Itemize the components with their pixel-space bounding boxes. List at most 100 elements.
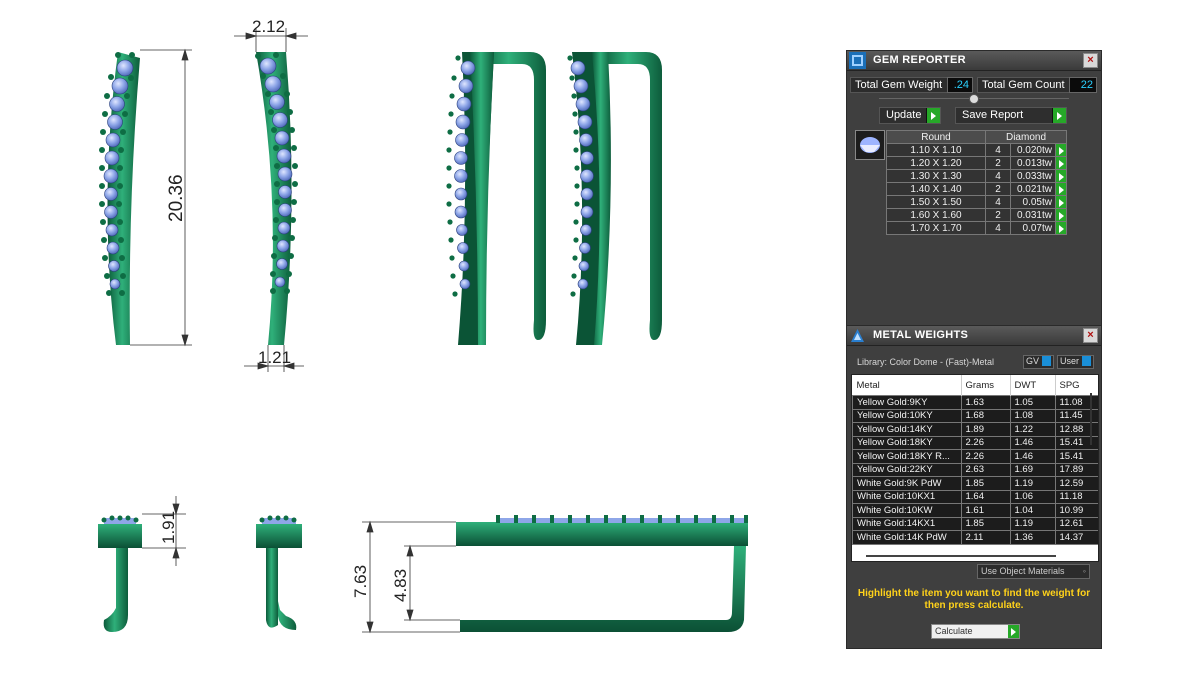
gem-reporter-titlebar[interactable]: GEM REPORTER × bbox=[847, 51, 1101, 71]
metal-spg: 14.37 bbox=[1054, 530, 1098, 545]
metal-row[interactable]: Yellow Gold:9KY 1.63 1.05 11.08 bbox=[852, 395, 1098, 410]
metal-name: Yellow Gold:18KY R... bbox=[852, 449, 962, 464]
gem-table: Round Diamond 1.10 X 1.10 4 0.020tw 1.20 X… bbox=[886, 130, 1067, 235]
gem-reporter-icon bbox=[849, 52, 866, 69]
metal-dwt: 1.46 bbox=[1009, 449, 1056, 464]
calculate-hint: Highlight the item you want to find the … bbox=[857, 588, 1091, 611]
col-header-metal[interactable]: Metal bbox=[852, 375, 962, 396]
play-icon[interactable] bbox=[1055, 169, 1067, 183]
gem-row[interactable]: 1.60 X 1.60 2 0.031tw bbox=[886, 208, 1067, 222]
metal-table-container[interactable]: Metal Grams DWT SPG Yellow Gold:9KY 1.63 1… bbox=[851, 374, 1099, 562]
metal-weights-titlebar[interactable]: METAL WEIGHTS × bbox=[847, 326, 1101, 346]
gem-tw: 0.033tw bbox=[1010, 169, 1056, 183]
col-header-grams[interactable]: Grams bbox=[961, 375, 1011, 396]
metal-name: Yellow Gold:10KY bbox=[852, 408, 962, 423]
col-header-dwt[interactable]: DWT bbox=[1010, 375, 1056, 396]
metal-dwt: 1.19 bbox=[1009, 516, 1056, 531]
play-icon[interactable] bbox=[1055, 221, 1067, 235]
metal-dwt: 1.04 bbox=[1009, 503, 1056, 518]
front-view-right bbox=[255, 52, 298, 345]
metal-name: Yellow Gold:9KY bbox=[852, 395, 962, 410]
user-label: User bbox=[1060, 356, 1080, 366]
play-icon bbox=[1052, 108, 1066, 123]
perspective-view-right bbox=[567, 52, 662, 345]
gem-row[interactable]: 1.70 X 1.70 4 0.07tw bbox=[886, 221, 1067, 235]
metal-spg: 11.08 bbox=[1054, 395, 1098, 410]
metal-row[interactable]: Yellow Gold:18KY R... 2.26 1.46 15.41 bbox=[852, 449, 1098, 464]
metal-grams: 1.61 bbox=[960, 503, 1011, 518]
save-report-label: Save Report bbox=[962, 109, 1024, 121]
metal-weights-title: METAL WEIGHTS bbox=[873, 329, 969, 341]
gv-label: GV bbox=[1026, 356, 1040, 366]
metal-name: White Gold:9K PdW bbox=[852, 476, 962, 491]
gem-row[interactable]: 1.50 X 1.50 4 0.05tw bbox=[886, 195, 1067, 209]
metal-weights-close-icon[interactable]: × bbox=[1083, 328, 1098, 343]
metal-grams: 1.89 bbox=[960, 422, 1011, 437]
metal-row[interactable]: White Gold:14K PdW 2.11 1.36 14.37 bbox=[852, 530, 1098, 545]
gem-row[interactable]: 1.20 X 1.20 2 0.013tw bbox=[886, 156, 1067, 170]
metal-row[interactable]: White Gold:14KX1 1.85 1.19 12.61 bbox=[852, 516, 1098, 531]
gem-tw: 0.021tw bbox=[1010, 182, 1056, 196]
gem-size: 1.40 X 1.40 bbox=[886, 182, 986, 196]
gem-count: 2 bbox=[985, 208, 1011, 222]
metal-dwt: 1.19 bbox=[1009, 476, 1056, 491]
metal-name: Yellow Gold:22KY bbox=[852, 462, 962, 477]
play-icon[interactable] bbox=[1055, 208, 1067, 222]
metal-grams: 2.26 bbox=[960, 435, 1011, 450]
gem-size: 1.70 X 1.70 bbox=[886, 221, 986, 235]
play-icon[interactable] bbox=[1055, 143, 1067, 157]
col-header-spg[interactable]: SPG bbox=[1055, 375, 1098, 396]
metal-name: Yellow Gold:18KY bbox=[852, 435, 962, 450]
metal-spg: 15.41 bbox=[1054, 449, 1098, 464]
dim-height-label: 20.36 bbox=[166, 174, 187, 222]
metal-row[interactable]: White Gold:10KW 1.61 1.04 10.99 bbox=[852, 503, 1098, 518]
metal-grams: 1.85 bbox=[960, 476, 1011, 491]
metal-row[interactable]: White Gold:9K PdW 1.85 1.19 12.59 bbox=[852, 476, 1098, 491]
gem-count: 2 bbox=[985, 182, 1011, 196]
calculate-label: Calculate bbox=[935, 626, 973, 636]
user-toggle[interactable]: User bbox=[1057, 355, 1095, 369]
round-gem-icon[interactable] bbox=[855, 130, 885, 160]
dimension-side bbox=[362, 520, 460, 634]
metal-grams: 1.63 bbox=[960, 395, 1011, 410]
calculate-button[interactable]: Calculate bbox=[931, 624, 1020, 639]
dropdown-icon: ◦ bbox=[1082, 566, 1086, 576]
gem-tw: 0.031tw bbox=[1010, 208, 1056, 222]
play-icon[interactable] bbox=[1055, 156, 1067, 170]
gem-row[interactable]: 1.10 X 1.10 4 0.020tw bbox=[886, 143, 1067, 157]
update-button[interactable]: Update bbox=[879, 107, 941, 124]
metal-grams: 2.63 bbox=[960, 462, 1011, 477]
gem-size: 1.20 X 1.20 bbox=[886, 156, 986, 170]
cad-viewport[interactable]: 20.36 2.12 1.21 1.91 7.63 4.83 bbox=[0, 0, 840, 689]
gem-row[interactable]: 1.40 X 1.40 2 0.021tw bbox=[886, 182, 1067, 196]
gv-toggle[interactable]: GV bbox=[1023, 355, 1055, 369]
metal-row[interactable]: Yellow Gold:22KY 2.63 1.69 17.89 bbox=[852, 462, 1098, 477]
metal-dwt: 1.06 bbox=[1009, 489, 1056, 504]
collapse-handle[interactable] bbox=[969, 94, 979, 104]
metal-row[interactable]: Yellow Gold:10KY 1.68 1.08 11.45 bbox=[852, 408, 1098, 423]
metal-row[interactable]: Yellow Gold:14KY 1.89 1.22 12.88 bbox=[852, 422, 1098, 437]
update-button-label: Update bbox=[886, 109, 922, 121]
gem-row[interactable]: 1.30 X 1.30 4 0.033tw bbox=[886, 169, 1067, 183]
play-icon bbox=[1008, 625, 1019, 638]
gem-count: 2 bbox=[985, 156, 1011, 170]
metal-name: Yellow Gold:14KY bbox=[852, 422, 962, 437]
use-object-materials-label: Use Object Materials bbox=[981, 566, 1065, 576]
metal-row[interactable]: White Gold:10KX1 1.64 1.06 11.18 bbox=[852, 489, 1098, 504]
side-view-middle bbox=[256, 515, 302, 630]
gem-size: 1.50 X 1.50 bbox=[886, 195, 986, 209]
play-icon[interactable] bbox=[1055, 195, 1067, 209]
play-icon bbox=[926, 108, 940, 123]
use-object-materials-dropdown[interactable]: Use Object Materials ◦ bbox=[977, 564, 1090, 579]
side-view-left bbox=[98, 515, 142, 632]
horizontal-scrollbar[interactable] bbox=[866, 555, 1056, 557]
metal-grams: 1.85 bbox=[960, 516, 1011, 531]
play-icon[interactable] bbox=[1055, 182, 1067, 196]
metal-row[interactable]: Yellow Gold:18KY 2.26 1.46 15.41 bbox=[852, 435, 1098, 450]
gem-reporter-close-icon[interactable]: × bbox=[1083, 53, 1098, 68]
gem-count: 4 bbox=[985, 143, 1011, 157]
save-report-button[interactable]: Save Report bbox=[955, 107, 1067, 124]
vertical-scrollbar[interactable] bbox=[1090, 393, 1092, 445]
total-gem-count-value: 22 bbox=[1069, 77, 1097, 93]
metal-weights-panel: METAL WEIGHTS × Library: Color Dome - (F… bbox=[846, 325, 1102, 649]
